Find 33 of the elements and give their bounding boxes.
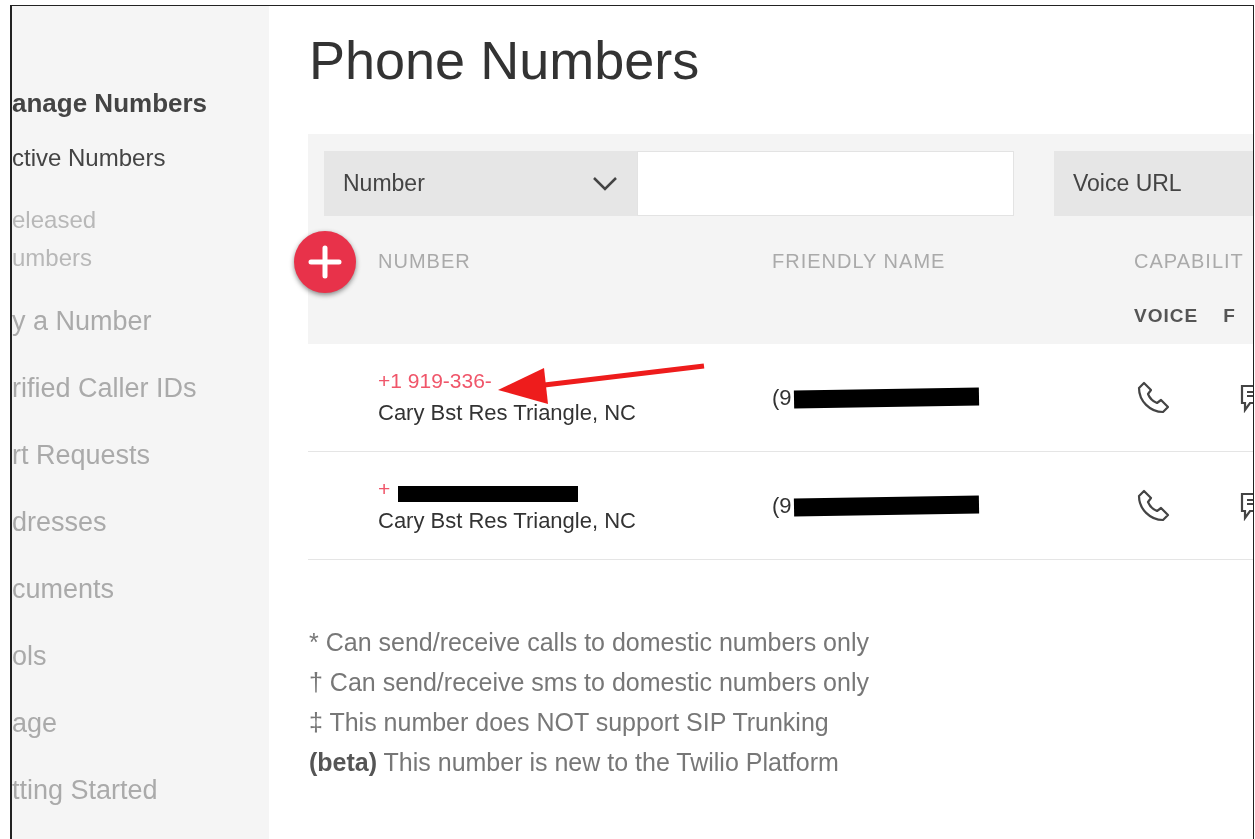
add-button[interactable] [294,231,356,293]
sidebar-item[interactable]: tting Started [12,770,269,810]
footnote-text: * Can send/receive calls to domestic numbers only [309,627,870,658]
column-subheader: VOICE [1134,304,1199,328]
column-subheader: F [1223,304,1236,328]
location-text: Cary Bst Res Triangle, NC [378,398,637,427]
footnote-text: † Can send/receive sms to domestic numbers only [309,667,870,698]
phone-number-link[interactable]: + [378,473,391,504]
search-field[interactable] [637,151,1014,216]
sidebar-item[interactable]: cuments [12,569,269,609]
location-text: Cary Bst Res Triangle, NC [378,506,637,535]
friendly-name-text: (9 [772,489,982,522]
page-title: Phone Numbers [309,29,701,92]
column-header: FRIENDLY NAME [772,250,946,272]
sidebar-item[interactable]: eleased umbers [12,201,269,277]
footnote-text: ‡ This number does NOT support SIP Trunking [309,707,830,738]
column-header: CAPABILIT [1134,250,1244,272]
footnote-text: (beta) This number is new to the Twilio Platform [309,747,840,778]
sidebar-item[interactable]: y a Number [12,301,269,341]
plus-icon [308,245,342,279]
chevron-down-icon [592,175,618,192]
sidebar-item[interactable]: rified Caller IDs [12,368,269,408]
sidebar-item[interactable]: dresses [12,502,269,542]
column-header: NUMBER [378,250,471,272]
sidebar-item[interactable]: rt Requests [12,435,269,475]
sidebar-item[interactable]: ctive Numbers [12,139,269,177]
filter-dropdown[interactable]: Voice URL [1054,151,1253,216]
friendly-name-text: (9 [772,381,982,414]
sidebar-item[interactable]: ols [12,636,269,676]
filter-dropdown[interactable]: Number [324,151,637,216]
sidebar-item[interactable]: age [12,703,269,743]
phone-number-link[interactable]: +1 919-336- [378,365,492,396]
sidebar-heading: anage Numbers [12,87,209,120]
